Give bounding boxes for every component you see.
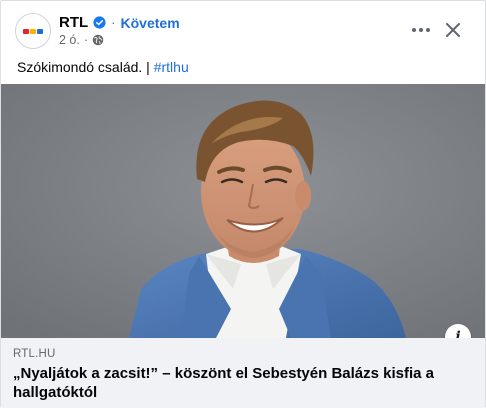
page-name-link[interactable]: RTL [59,14,88,31]
rtl-logo [23,28,43,34]
page-avatar[interactable] [15,13,51,49]
link-domain: RTL.HU [13,348,56,360]
meta-separator: · [83,33,89,47]
man-portrait-image [1,84,485,338]
globe-icon [92,34,104,46]
post-caption: Szókimondó család. | #rtlhu [17,59,189,75]
caption-text: Szókimondó család. | [17,59,154,75]
link-preview-image[interactable] [1,84,485,338]
hashtag-link[interactable]: #rtlhu [154,59,189,75]
link-headline[interactable]: „Nyaljátok a zacsit!” – köszönt el Sebes… [13,364,473,402]
name-separator: · [111,15,116,30]
close-icon[interactable] [438,15,468,45]
verified-badge-icon [93,16,106,29]
post-meta: 2 ó. · [59,33,104,47]
more-options-icon[interactable] [406,15,436,45]
post-timestamp[interactable]: 2 ó. [59,33,80,47]
name-row: RTL · Követem [59,14,180,31]
post-header: RTL · Követem 2 ó. · [1,1,485,57]
feed-post: RTL · Követem 2 ó. · Szókimondó család. … [0,0,486,408]
link-preview[interactable]: RTL.HU „Nyaljátok a zacsit!” – köszönt e… [1,338,485,408]
follow-button[interactable]: Követem [121,15,180,31]
